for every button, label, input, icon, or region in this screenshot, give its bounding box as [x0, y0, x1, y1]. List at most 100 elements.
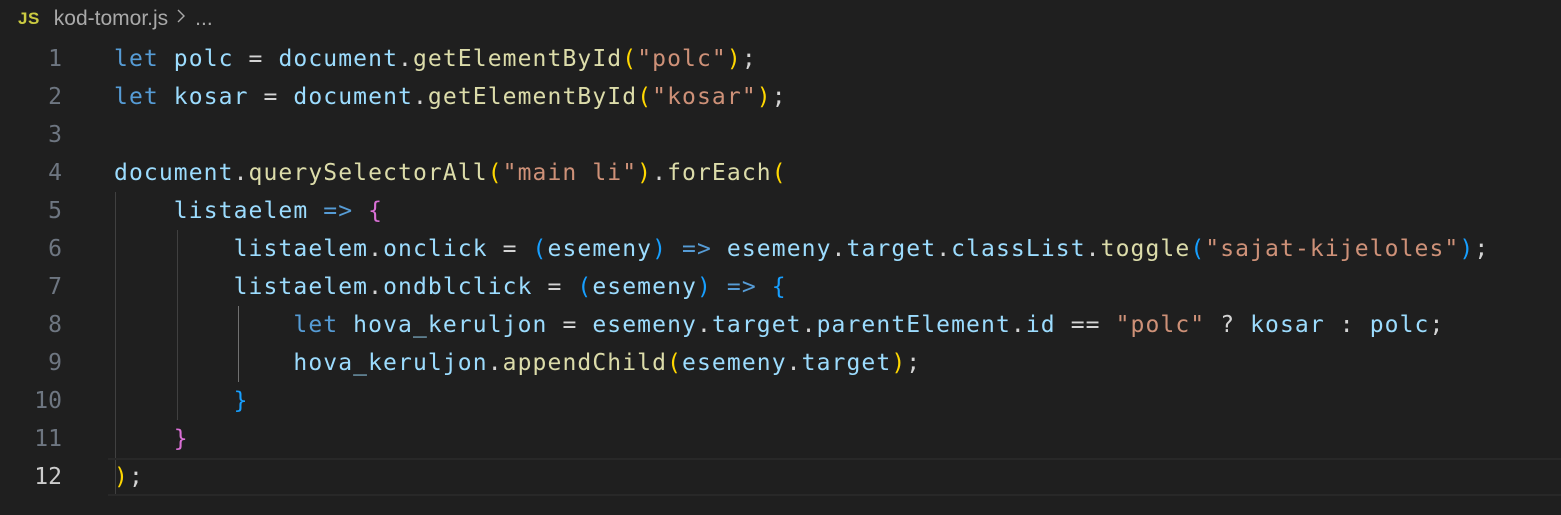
- code-token: .: [801, 312, 817, 338]
- code-token: .: [368, 236, 384, 262]
- code-text[interactable]: let kosar = document.getElementById("kos…: [114, 78, 787, 116]
- code-token: .: [233, 160, 249, 186]
- code-token: document: [278, 46, 399, 72]
- code-token: id: [1025, 312, 1056, 338]
- code-token: forEach: [667, 160, 772, 186]
- code-token: "main li": [502, 160, 638, 186]
- code-line[interactable]: 10 }: [0, 382, 1561, 420]
- code-area[interactable]: 1 let polc = document.getElementById("pol…: [0, 40, 1561, 496]
- code-token: listaelem: [233, 236, 369, 262]
- code-line[interactable]: 11 }: [0, 420, 1561, 458]
- code-token: .: [398, 46, 413, 72]
- code-token: kosar: [1250, 312, 1325, 338]
- code-text[interactable]: listaelem => {: [114, 192, 383, 230]
- code-line[interactable]: 1 let polc = document.getElementById("pol…: [0, 40, 1561, 78]
- chevron-right-icon: [176, 8, 186, 30]
- line-number: 11: [34, 426, 62, 452]
- code-token: (: [532, 236, 548, 262]
- code-token: {: [771, 274, 787, 300]
- code-token: hova_keruljon: [293, 350, 488, 376]
- code-text[interactable]: let hova_keruljon = esemeny.target.paren…: [114, 306, 1444, 344]
- code-token: ondblclick: [383, 274, 533, 300]
- code-token: esemeny: [592, 274, 697, 300]
- line-number: 1: [48, 46, 62, 72]
- code-token: :: [1324, 312, 1370, 338]
- code-text[interactable]: }: [114, 420, 189, 458]
- code-text[interactable]: }: [114, 382, 249, 420]
- code-text[interactable]: hova_keruljon.appendChild(esemeny.target…: [114, 344, 921, 382]
- breadcrumb-ellipsis[interactable]: ...: [195, 7, 213, 31]
- code-token: =>: [323, 198, 354, 224]
- code-token: appendChild: [502, 350, 668, 376]
- code-token: =>: [682, 236, 712, 262]
- code-token: "polc": [1115, 312, 1206, 338]
- code-text[interactable]: listaelem.ondblclick = (esemeny) => {: [114, 268, 787, 306]
- javascript-file-icon: JS: [18, 9, 40, 28]
- code-token: ): [114, 464, 129, 490]
- code-token: .: [368, 274, 384, 300]
- code-token: }: [233, 388, 249, 414]
- breadcrumb-file-name[interactable]: kod-tomor.js: [54, 7, 168, 31]
- code-token: "sajat-kijeloles": [1205, 236, 1460, 262]
- code-text[interactable]: listaelem.onclick = (esemeny) => esemeny…: [114, 230, 1489, 268]
- line-number: 3: [48, 122, 62, 148]
- breadcrumb: JS kod-tomor.js ...: [18, 0, 213, 38]
- code-token: .: [696, 312, 712, 338]
- code-token: document: [293, 84, 413, 110]
- line-number: 10: [34, 388, 62, 414]
- code-token: .: [1085, 236, 1101, 262]
- code-token: onclick: [383, 236, 488, 262]
- line-number: 5: [48, 198, 62, 224]
- code-token: =: [248, 84, 294, 110]
- code-token: esemeny: [726, 236, 832, 262]
- code-line[interactable]: 3: [0, 116, 1561, 154]
- code-token: =: [532, 274, 578, 300]
- code-line[interactable]: 7 listaelem.ondblclick = (esemeny) => {: [0, 268, 1561, 306]
- code-token: ): [637, 160, 653, 186]
- line-number: 2: [48, 84, 62, 110]
- code-token: ?: [1205, 312, 1251, 338]
- code-token: (: [667, 350, 683, 376]
- code-token: (: [637, 84, 653, 110]
- code-token: =: [547, 312, 593, 338]
- code-token: hova_keruljon: [353, 312, 548, 338]
- code-token: getElementById: [427, 84, 638, 110]
- code-token: {: [368, 198, 384, 224]
- code-line[interactable]: 2 let kosar = document.getElementById("ko…: [0, 78, 1561, 116]
- code-line[interactable]: 6 listaelem.onclick = (esemeny) => eseme…: [0, 230, 1561, 268]
- code-token: ;: [906, 350, 922, 376]
- code-line[interactable]: 5 listaelem => {: [0, 192, 1561, 230]
- code-token: ): [1459, 236, 1475, 262]
- code-token: =: [487, 236, 533, 262]
- code-line[interactable]: 8 let hova_keruljon = esemeny.target.par…: [0, 306, 1561, 344]
- code-token: .: [652, 160, 668, 186]
- code-token: .: [412, 84, 428, 110]
- code-token: polc: [1369, 312, 1430, 338]
- code-text[interactable]: document.querySelectorAll("main li").for…: [114, 154, 787, 192]
- code-token: target: [801, 350, 892, 376]
- code-token: =: [233, 46, 279, 72]
- code-token: }: [173, 426, 189, 452]
- code-token: ;: [1474, 236, 1490, 262]
- code-token: ;: [128, 464, 144, 490]
- line-number: 6: [48, 236, 62, 262]
- code-line[interactable]: 12);: [0, 458, 1561, 496]
- code-text[interactable]: );: [114, 458, 144, 496]
- code-text[interactable]: let polc = document.getElementById("polc…: [114, 40, 757, 78]
- code-editor[interactable]: JS kod-tomor.js ... 1 let polc = document…: [0, 0, 1561, 515]
- code-line[interactable]: 4 document.querySelectorAll("main li").fo…: [0, 154, 1561, 192]
- code-token: parentElement: [816, 312, 1011, 338]
- code-token: document: [114, 160, 234, 186]
- code-line[interactable]: 9 hova_keruljon.appendChild(esemeny.targ…: [0, 344, 1561, 382]
